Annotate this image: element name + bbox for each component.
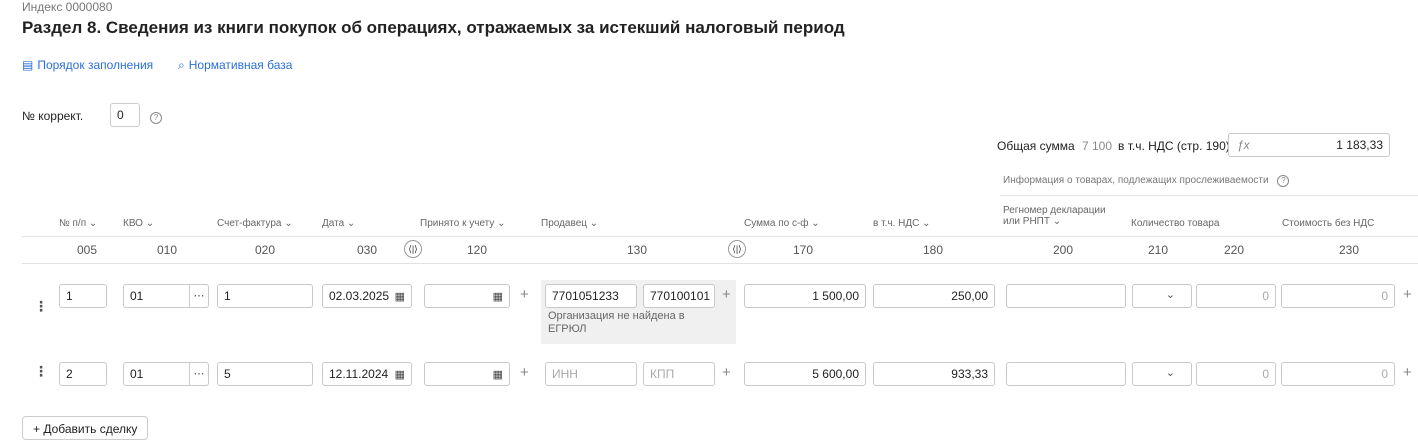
- col-code: 210: [1147, 243, 1169, 257]
- kvo-input[interactable]: 01 ⋯: [123, 284, 209, 308]
- col-code: 180: [922, 243, 944, 257]
- plus-icon[interactable]: +: [722, 364, 731, 381]
- vat-total-label: в т.ч. НДС (стр. 190): [1118, 139, 1230, 153]
- correction-input[interactable]: 0: [110, 103, 140, 127]
- help-icon[interactable]: ?: [150, 112, 162, 124]
- sum-input[interactable]: 5 600,00: [744, 362, 866, 386]
- inn-input[interactable]: ИНН: [545, 362, 637, 386]
- inn-input[interactable]: 7701051233: [545, 284, 637, 308]
- col-code: 130: [626, 243, 648, 257]
- col-header-accepted[interactable]: Принято к учету ⌄: [420, 218, 506, 229]
- plus-icon[interactable]: +: [520, 364, 529, 381]
- cost-input[interactable]: 0: [1281, 362, 1395, 386]
- col-code: 230: [1338, 243, 1360, 257]
- accepted-date-input[interactable]: ▦: [424, 284, 510, 308]
- calendar-icon[interactable]: ▦: [395, 290, 405, 303]
- col-header-qty: Количество товара: [1131, 218, 1220, 229]
- col-header-cost: Стоимость без НДС: [1282, 218, 1375, 229]
- plus-icon[interactable]: +: [1403, 286, 1412, 303]
- col-header-invoice[interactable]: Счет-фактура ⌄: [217, 218, 293, 229]
- kpp-input[interactable]: 770100101: [643, 284, 715, 308]
- vat-input[interactable]: 250,00: [873, 284, 995, 308]
- date-input[interactable]: 02.03.2025 ▦: [322, 284, 412, 308]
- date-input[interactable]: 12.11.2024 ▦: [322, 362, 412, 386]
- plus-icon[interactable]: +: [1403, 364, 1412, 381]
- invoice-input[interactable]: 5: [217, 362, 313, 386]
- unit-select[interactable]: ⌄: [1132, 284, 1192, 308]
- row-menu-icon[interactable]: ⋮: [34, 298, 48, 315]
- col-code: 220: [1223, 243, 1245, 257]
- divider: [22, 263, 1418, 264]
- col-header-num[interactable]: № п/п ⌄: [59, 218, 97, 229]
- tracking-note: Информация о товарах, подлежащих прослеж…: [1003, 175, 1290, 187]
- ellipsis-icon[interactable]: ⋯: [189, 363, 208, 385]
- calendar-icon[interactable]: ▦: [493, 368, 503, 381]
- col-header-sum[interactable]: Сумма по с-ф ⌄: [744, 218, 820, 229]
- row-num-input[interactable]: 1: [59, 284, 107, 308]
- regnum-input[interactable]: [1006, 362, 1126, 386]
- swap-columns-icon[interactable]: ⟨|⟩: [404, 240, 422, 258]
- col-header-date[interactable]: Дата ⌄: [322, 218, 355, 229]
- seller-warning: Организация не найдена в ЕГРЮЛ: [548, 310, 685, 335]
- unit-select[interactable]: ⌄: [1132, 362, 1192, 386]
- col-header-seller[interactable]: Продавец ⌄: [541, 218, 598, 229]
- col-header-kvo[interactable]: КВО ⌄: [123, 218, 154, 229]
- total-sum: Общая сумма 7 100: [997, 139, 1112, 153]
- invoice-input[interactable]: 1: [217, 284, 313, 308]
- divider: [1000, 195, 1418, 196]
- col-code: 120: [466, 243, 488, 257]
- swap-columns-icon[interactable]: ⟨|⟩: [728, 240, 746, 258]
- accepted-date-input[interactable]: ▦: [424, 362, 510, 386]
- col-code: 020: [254, 243, 276, 257]
- col-header-regnum[interactable]: Регномер декларации или РНПТ ⌄: [1003, 205, 1106, 227]
- calendar-icon[interactable]: ▦: [395, 368, 405, 381]
- col-header-vat[interactable]: в т.ч. НДС ⌄: [873, 218, 930, 229]
- regnum-input[interactable]: [1006, 284, 1126, 308]
- divider: [22, 236, 1418, 237]
- col-code: 005: [76, 243, 98, 257]
- calendar-icon[interactable]: ▦: [493, 290, 503, 303]
- add-deal-button[interactable]: + Добавить сделку: [22, 416, 149, 440]
- vat-input[interactable]: 933,33: [873, 362, 995, 386]
- form-index: Индекс 0000080: [22, 0, 113, 14]
- document-icon: ▤: [22, 58, 34, 72]
- cost-input[interactable]: 0: [1281, 284, 1395, 308]
- ellipsis-icon[interactable]: ⋯: [189, 285, 208, 307]
- col-code: 010: [156, 243, 178, 257]
- correction-label: № коррект.: [22, 109, 84, 123]
- row-menu-icon[interactable]: ⋮: [34, 363, 48, 380]
- sum-input[interactable]: 1 500,00: [744, 284, 866, 308]
- chevron-down-icon: ⌄: [1165, 289, 1175, 301]
- page-title: Раздел 8. Сведения из книги покупок об о…: [22, 18, 845, 37]
- formula-icon: ƒx: [1237, 138, 1250, 152]
- col-code: 030: [356, 243, 378, 257]
- kvo-input[interactable]: 01 ⋯: [123, 362, 209, 386]
- help-icon[interactable]: ?: [1277, 175, 1290, 187]
- normative-link[interactable]: ⌕ Нормативная база: [178, 56, 292, 74]
- search-icon: ⌕: [178, 58, 185, 72]
- col-code: 200: [1052, 243, 1074, 257]
- qty-input[interactable]: 0: [1196, 362, 1276, 386]
- row-num-input[interactable]: 2: [59, 362, 107, 386]
- qty-input[interactable]: 0: [1196, 284, 1276, 308]
- fill-order-link[interactable]: ▤ Порядок заполнения: [22, 56, 153, 74]
- plus-icon[interactable]: +: [722, 286, 731, 303]
- col-code: 170: [792, 243, 814, 257]
- plus-icon[interactable]: +: [520, 286, 529, 303]
- vat-total-field[interactable]: ƒx 1 183,33: [1228, 133, 1390, 157]
- chevron-down-icon: ⌄: [1165, 367, 1175, 379]
- kpp-input[interactable]: КПП: [643, 362, 715, 386]
